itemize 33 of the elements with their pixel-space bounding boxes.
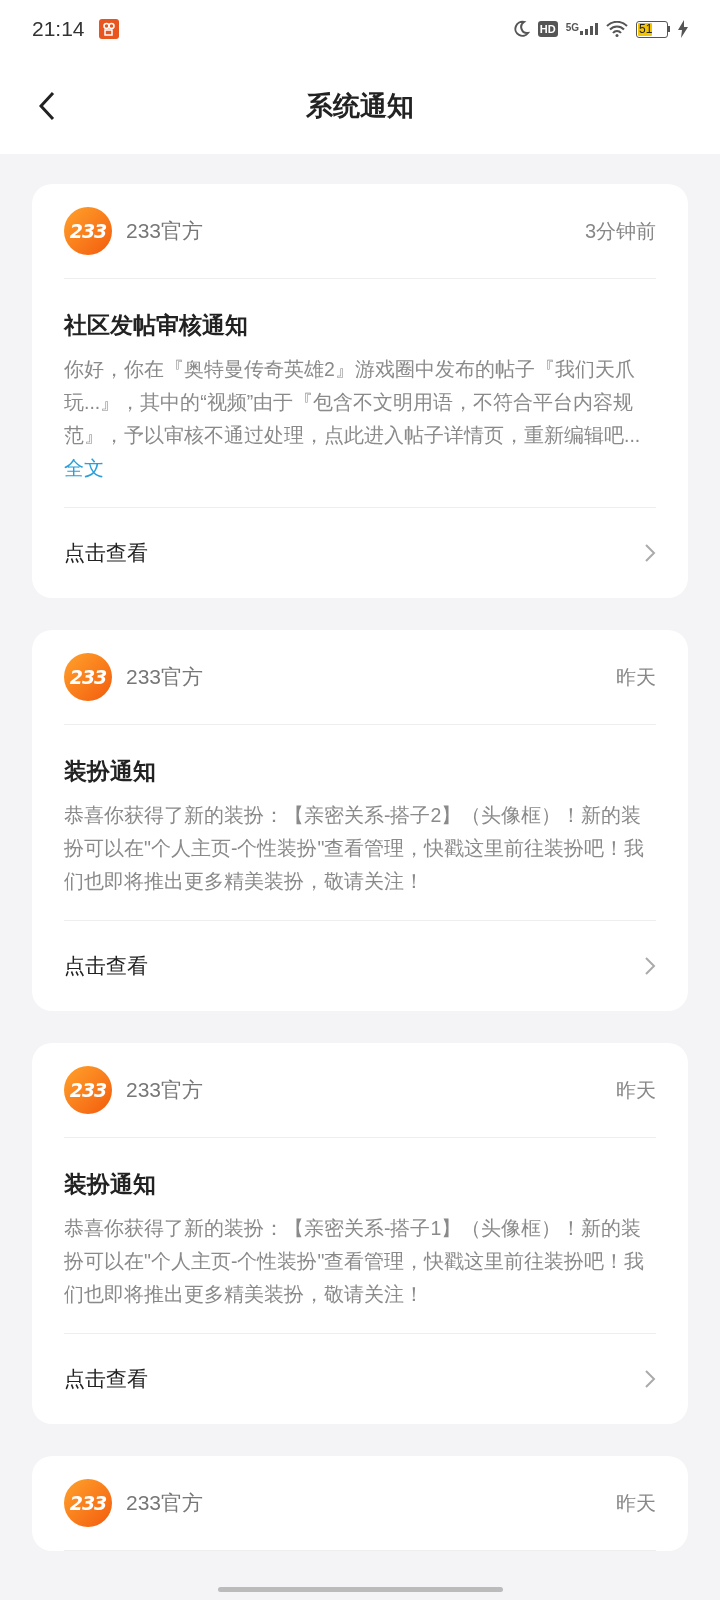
notification-title: 装扮通知 [64, 1170, 157, 1199]
wifi-icon [606, 21, 628, 37]
notification-time: 3分钟前 [584, 219, 656, 244]
view-details-button[interactable]: 点击查看 [64, 921, 656, 1011]
chevron-right-icon [644, 543, 656, 563]
back-icon [39, 91, 55, 121]
notification-body: 恭喜你获得了新的装扮：【亲密关系-搭子1】（头像框）！新的装扮可以在"个人主页-个性装扮"查看管理，快戳这里前往装扮吧！我们也即将推出更多精美装扮，敬请关注！ [64, 1216, 646, 1307]
logo-text: 233 [69, 221, 107, 241]
status-time: 21:14 [32, 16, 85, 43]
battery-icon: 51 [636, 20, 670, 38]
sender-name: 233官方 [126, 1490, 204, 1517]
logo-text: 233 [69, 1493, 107, 1513]
notification-title: 社区发帖审核通知 [64, 311, 249, 340]
page-title: 系统通知 [306, 89, 414, 123]
notification-body: 你好，你在『奥特曼传奇英雄2』游戏圈中发布的帖子『我们天爪玩...』，其中的“视频”由于『包含不文明用语，不符合平台内容规范』，予以审核不通过处理，点此进入帖子详情页，重新编辑吧... 全文 [64, 357, 642, 481]
hd-badge: HD [537, 21, 558, 37]
notification-time: 昨天 [616, 1491, 656, 1516]
view-details-button[interactable]: 点击查看 [64, 1334, 656, 1424]
view-details-button[interactable]: 点击查看 [64, 508, 656, 598]
moon-icon [511, 20, 530, 38]
chevron-right-icon [644, 1369, 656, 1389]
sender-name: 233官方 [126, 218, 204, 245]
logo-text: 233 [69, 667, 107, 687]
notification-title: 装扮通知 [64, 757, 157, 786]
sender-name: 233官方 [126, 664, 204, 691]
notification-time: 昨天 [616, 1078, 656, 1103]
charging-icon [678, 20, 688, 38]
app-notification-icon [98, 19, 119, 39]
chevron-right-icon [644, 956, 656, 976]
logo-text: 233 [69, 1080, 107, 1100]
sender-name: 233官方 [126, 1077, 204, 1104]
notification-body: 恭喜你获得了新的装扮：【亲密关系-搭子2】（头像框）！新的装扮可以在"个人主页-个性装扮"查看管理，快戳这里前往装扮吧！我们也即将推出更多精美装扮，敬请关注！ [64, 803, 646, 894]
notification-time: 昨天 [616, 665, 656, 690]
